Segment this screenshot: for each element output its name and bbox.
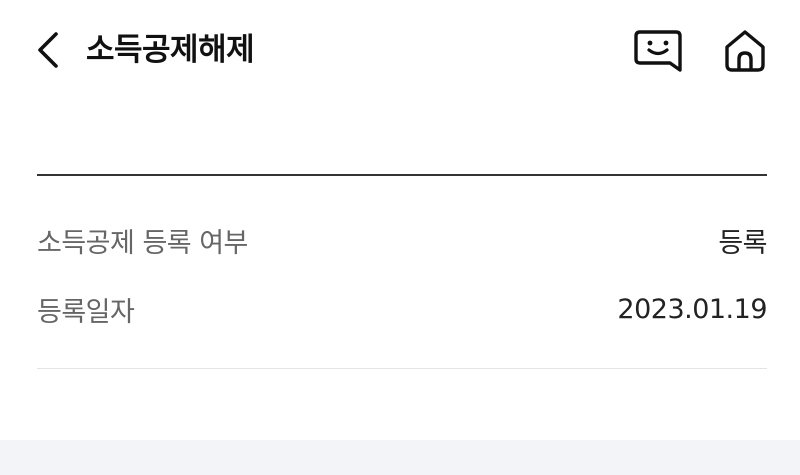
chevron-left-icon (38, 32, 58, 68)
section-divider-top (37, 174, 767, 176)
bottom-background-band (0, 440, 800, 475)
detail-value: 2023.01.19 (617, 293, 767, 325)
home-button[interactable] (717, 24, 773, 78)
detail-label: 소득공제 등록 여부 (37, 227, 248, 259)
page-title: 소득공제해제 (86, 32, 255, 68)
back-button[interactable] (26, 26, 70, 74)
chat-button[interactable] (630, 24, 686, 78)
detail-row-registration-status: 소득공제 등록 여부 등록 (37, 220, 767, 260)
detail-row-registration-date: 등록일자 2023.01.19 (37, 289, 767, 329)
header: 소득공제해제 (0, 0, 800, 100)
page: 소득공제해제 소득공제 등록 여부 등록 등록일자 2023.01.19 (0, 0, 800, 475)
detail-label: 등록일자 (37, 296, 135, 328)
detail-value: 등록 (718, 227, 767, 259)
home-icon (725, 30, 765, 72)
chat-bubble-smile-icon (634, 30, 682, 72)
section-divider-bottom (37, 368, 767, 369)
